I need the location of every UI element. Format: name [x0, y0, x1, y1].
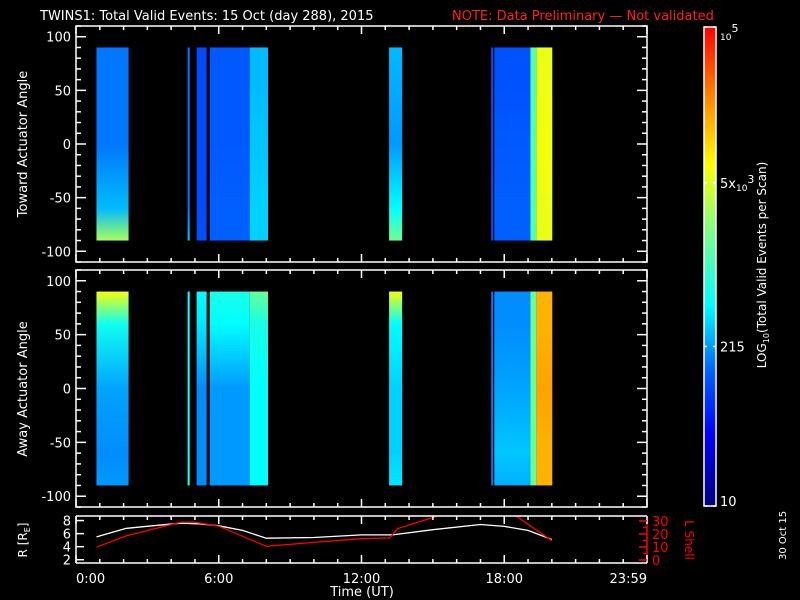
plot-background: [76, 270, 647, 507]
spectrogram-block: [536, 47, 553, 241]
spectrogram-block: [249, 291, 268, 486]
spectrogram-block: [389, 291, 403, 486]
toward-angle-axis-title: Toward Actuator Angle: [16, 71, 31, 218]
plot-background: [76, 26, 647, 262]
spectrogram-block: [491, 47, 494, 241]
l-shell-line: [514, 516, 553, 542]
spectrogram-block: [96, 291, 129, 486]
spectrogram-block: [209, 291, 250, 486]
y-tick-label: 0: [63, 138, 71, 153]
tick-base: 10: [720, 33, 732, 43]
tick-base: 10: [736, 184, 748, 194]
spectrogram-block: [209, 47, 250, 241]
y-tick-label: 100: [46, 31, 71, 46]
toward-angle-panel: 100 50 0 -50 -100: [41, 25, 648, 263]
time-axis-title: Time (UT): [329, 585, 394, 600]
twins-spectrogram-figure: TWINS1: Total Valid Events: 15 Oct (day …: [16, 9, 789, 600]
colorbar-tick-label: 215: [720, 340, 745, 355]
preliminary-note: NOTE: Data Preliminary — Not validated: [452, 9, 714, 24]
y-tick-label: 0: [63, 383, 71, 398]
colorbar-title: LOG10(Total Valid Events per Scan): [755, 162, 771, 369]
spectrogram-block: [491, 291, 494, 486]
l-shell-axis-title: L Shell: [682, 520, 696, 560]
away-angle-panel: 100 50 0 -50 -100: [41, 269, 648, 508]
y-tick-label: 50: [54, 329, 71, 344]
spectrogram-block: [536, 291, 553, 486]
spectrogram-block: [494, 291, 531, 486]
spectrogram-block: [249, 47, 268, 241]
r-axis-title: R [RE]: [16, 523, 32, 558]
spectrogram-block: [530, 47, 537, 241]
time-tick-label: 23:59: [610, 572, 647, 587]
colorbar-tick-label: 105: [720, 22, 738, 43]
time-tick-label: 18:00: [486, 572, 523, 587]
spectrogram-block: [389, 47, 403, 241]
spectrogram-block: [96, 47, 129, 241]
y-tick-label: -100: [41, 245, 71, 260]
colorbar-tick-label: 5x103: [720, 173, 754, 194]
spectrogram-block: [196, 291, 207, 486]
spectrogram-block: [187, 291, 190, 486]
y-tick-label: -100: [41, 490, 71, 505]
y-tick-label: -50: [50, 192, 71, 207]
spectrogram-block: [196, 47, 207, 241]
orbit-lines: [96, 516, 553, 548]
figure-title: TWINS1: Total Valid Events: 15 Oct (day …: [39, 9, 374, 24]
away-angle-axis-title: Away Actuator Angle: [16, 321, 31, 456]
r-tick-label: 2: [63, 554, 71, 569]
side-date-label: 30 Oct 15: [778, 511, 789, 560]
spectrogram-block: [530, 291, 537, 486]
spectrogram-block: [187, 47, 190, 241]
y-tick-label: 100: [46, 275, 71, 290]
y-tick-label: 50: [54, 84, 71, 99]
tick-exponent: 5: [731, 22, 738, 35]
l-shell-tick-label: 0: [652, 554, 660, 569]
time-tick-label: 6:00: [204, 572, 233, 587]
tick-exponent: 3: [747, 173, 754, 186]
spectrogram-block: [494, 47, 531, 241]
y-tick-label: -50: [50, 436, 71, 451]
colorbar-tick-label: 10: [720, 495, 737, 510]
tick-prefix: 5x: [720, 177, 736, 192]
l-shell-line: [96, 516, 440, 548]
colorbar-scale: [703, 26, 717, 507]
time-tick-label: 0:00: [76, 572, 105, 587]
colorbar: 1055x10321510: [703, 22, 754, 510]
orbit-panel: 864230201000:00 6:00 12:00 18:00 23:59: [63, 515, 669, 587]
